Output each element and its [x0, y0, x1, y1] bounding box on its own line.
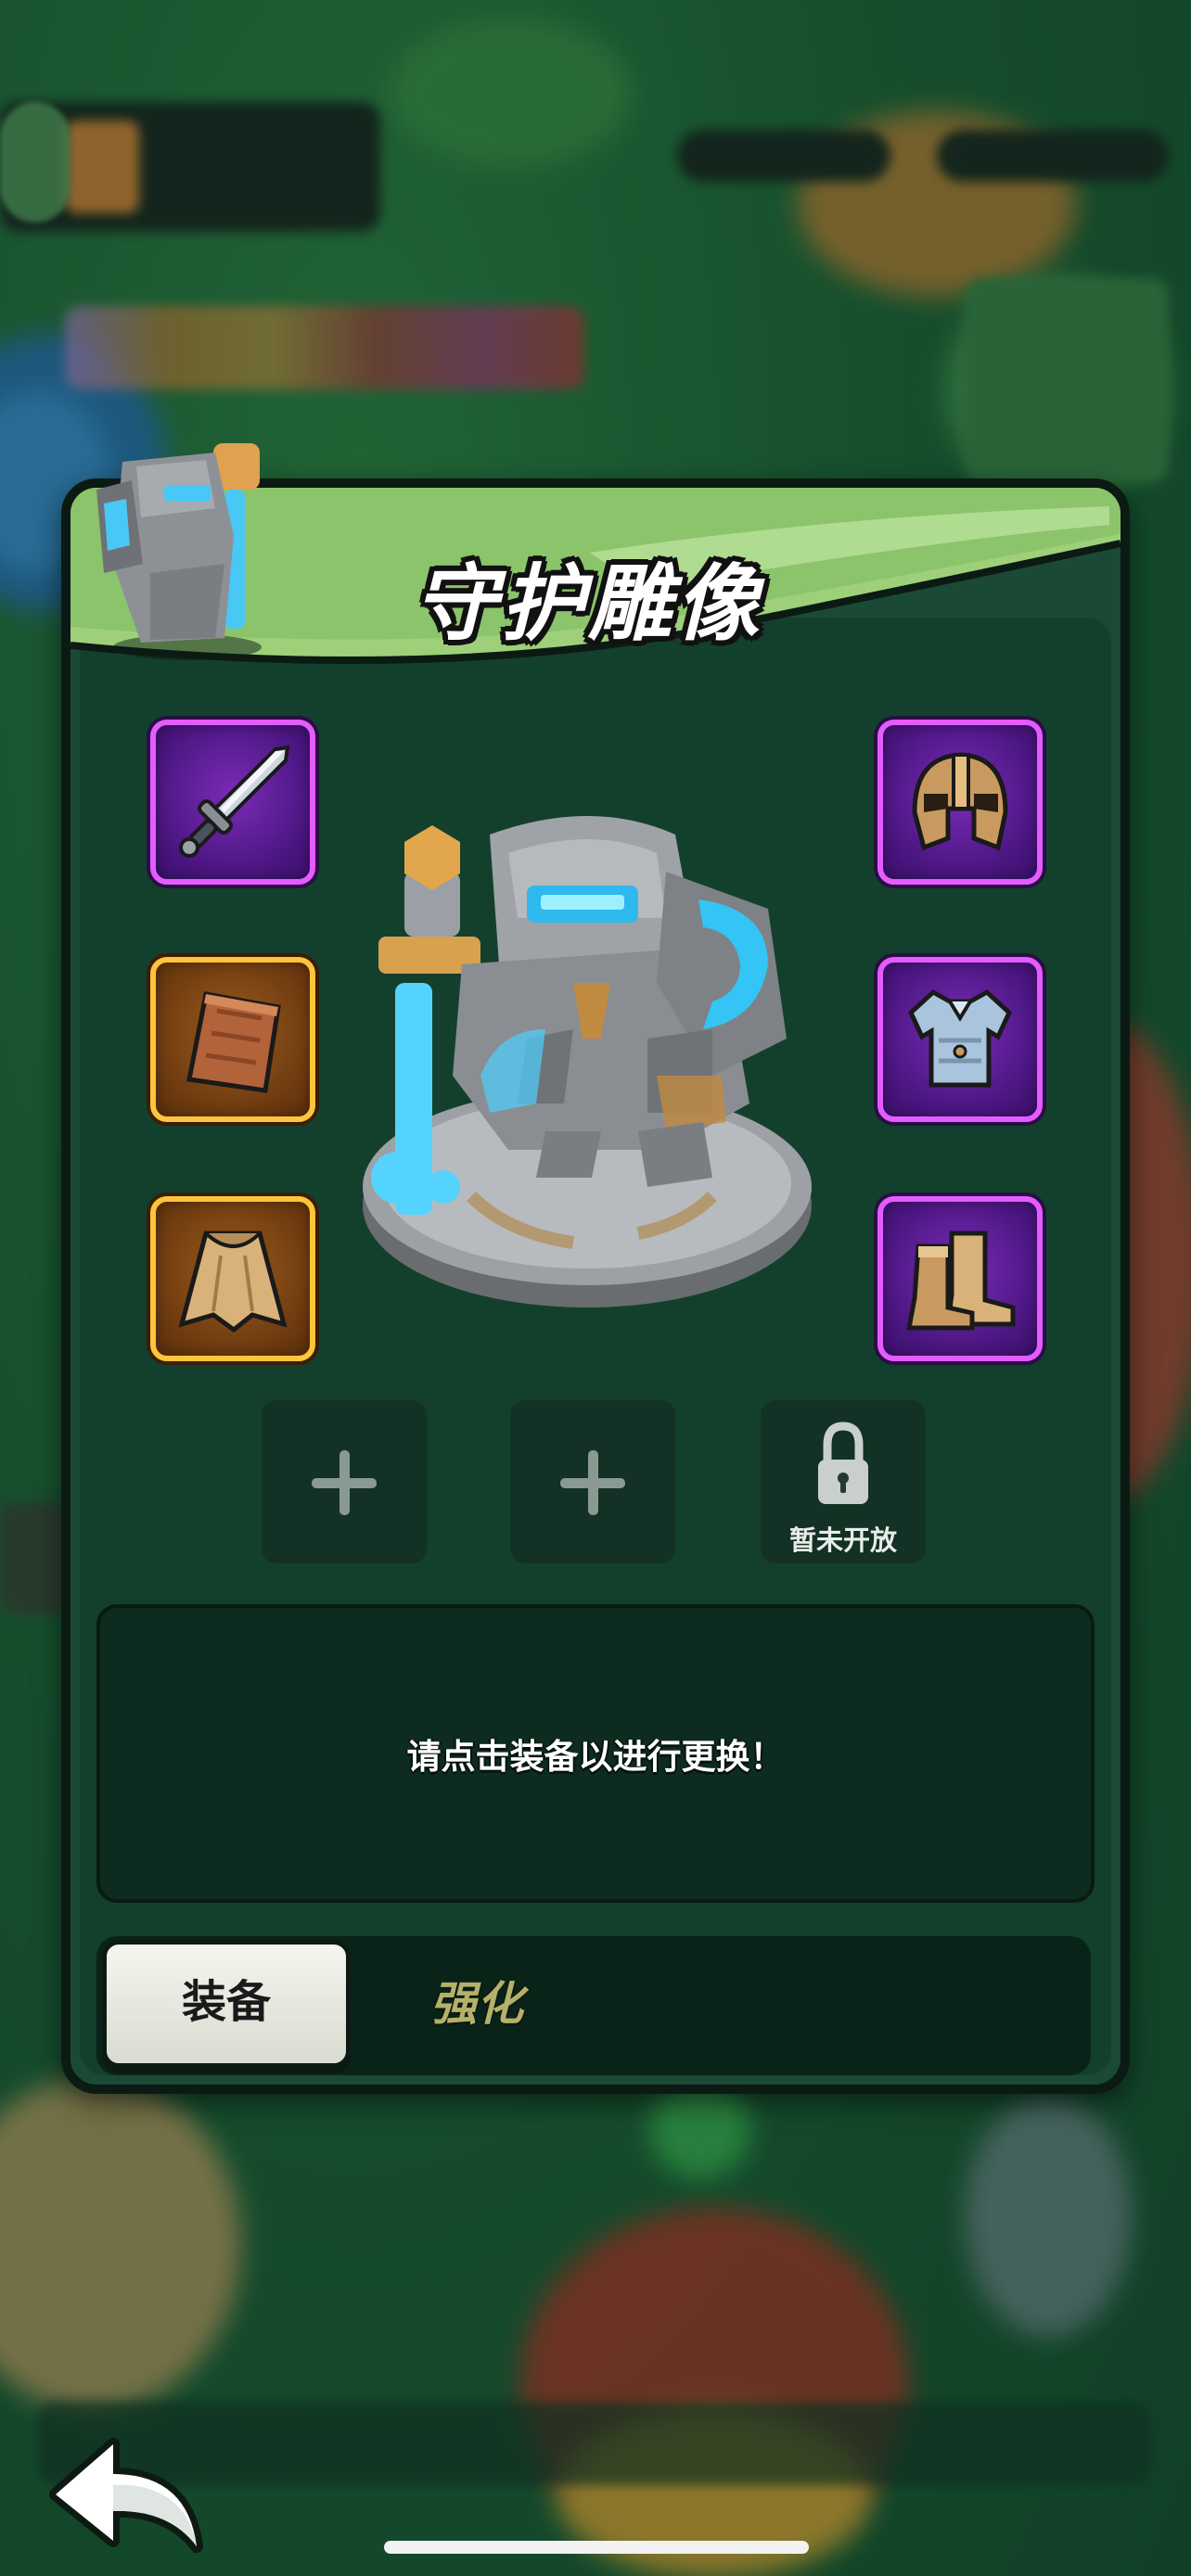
- chest-armor-icon: [907, 988, 1013, 1088]
- equip-slot-shield[interactable]: [150, 957, 315, 1122]
- boots-icon: [905, 1231, 1016, 1331]
- sword-icon: [179, 745, 290, 858]
- panel-title: 守护雕像: [414, 555, 762, 653]
- info-message: 请点击装备以进行更换！: [406, 1737, 785, 1777]
- home-indicator[interactable]: [384, 2541, 809, 2554]
- helmet-icon: [912, 752, 1008, 851]
- equip-slot-cloak[interactable]: [150, 1196, 315, 1361]
- tab-bar: 装备 强化: [96, 1936, 1091, 2075]
- cloak-icon: [178, 1231, 288, 1333]
- info-message-box: 请点击装备以进行更换！: [96, 1604, 1095, 1903]
- back-arrow-icon[interactable]: [48, 2437, 206, 2557]
- equip-slot-boots[interactable]: [877, 1196, 1043, 1361]
- gem-slot-2[interactable]: [510, 1400, 675, 1563]
- tab-enhance[interactable]: 强化: [430, 1940, 634, 2068]
- equip-slot-weapon[interactable]: [150, 720, 315, 885]
- equip-slot-helmet[interactable]: [877, 720, 1043, 885]
- locked-slot-label: 暂未开放: [788, 1524, 897, 1556]
- gem-slot-1[interactable]: [262, 1400, 427, 1563]
- hero-portrait-icon: [96, 443, 262, 660]
- gem-slot-locked[interactable]: 暂未开放: [761, 1400, 926, 1563]
- plus-icon: [560, 1450, 625, 1515]
- equip-slot-armor[interactable]: [877, 957, 1043, 1122]
- guardian-statue-illustration: [363, 816, 812, 1307]
- plus-icon: [312, 1450, 377, 1515]
- tab-equipment[interactable]: 装备: [102, 1940, 351, 2068]
- wooden-plank-icon: [186, 991, 281, 1093]
- lock-icon: [818, 1422, 868, 1504]
